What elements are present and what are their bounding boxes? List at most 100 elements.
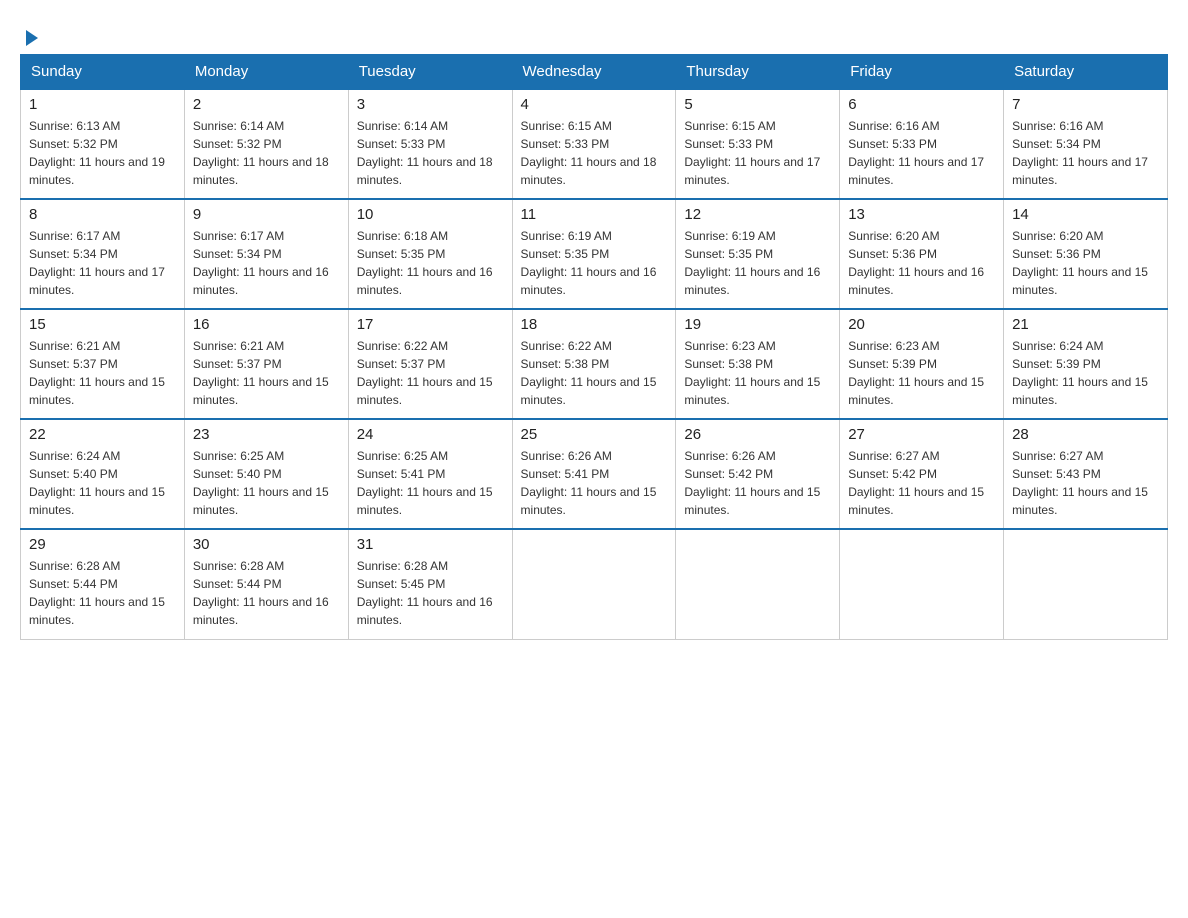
day-number: 12: [684, 206, 831, 223]
calendar-week-3: 15 Sunrise: 6:21 AM Sunset: 5:37 PM Dayl…: [21, 309, 1168, 419]
calendar-cell: 7 Sunrise: 6:16 AM Sunset: 5:34 PM Dayli…: [1004, 89, 1168, 199]
calendar-cell: 25 Sunrise: 6:26 AM Sunset: 5:41 PM Dayl…: [512, 419, 676, 529]
day-number: 14: [1012, 206, 1159, 223]
col-header-wednesday: Wednesday: [512, 55, 676, 90]
day-info: Sunrise: 6:16 AM Sunset: 5:33 PM Dayligh…: [848, 117, 995, 189]
calendar-cell: 4 Sunrise: 6:15 AM Sunset: 5:33 PM Dayli…: [512, 89, 676, 199]
day-info: Sunrise: 6:27 AM Sunset: 5:42 PM Dayligh…: [848, 447, 995, 519]
day-number: 30: [193, 536, 340, 553]
day-info: Sunrise: 6:22 AM Sunset: 5:37 PM Dayligh…: [357, 337, 504, 409]
calendar-cell: 13 Sunrise: 6:20 AM Sunset: 5:36 PM Dayl…: [840, 199, 1004, 309]
day-info: Sunrise: 6:27 AM Sunset: 5:43 PM Dayligh…: [1012, 447, 1159, 519]
calendar-cell: 18 Sunrise: 6:22 AM Sunset: 5:38 PM Dayl…: [512, 309, 676, 419]
day-info: Sunrise: 6:21 AM Sunset: 5:37 PM Dayligh…: [193, 337, 340, 409]
calendar-cell: 1 Sunrise: 6:13 AM Sunset: 5:32 PM Dayli…: [21, 89, 185, 199]
col-header-tuesday: Tuesday: [348, 55, 512, 90]
day-number: 18: [521, 316, 668, 333]
day-number: 17: [357, 316, 504, 333]
day-info: Sunrise: 6:25 AM Sunset: 5:40 PM Dayligh…: [193, 447, 340, 519]
day-number: 10: [357, 206, 504, 223]
calendar-cell: 23 Sunrise: 6:25 AM Sunset: 5:40 PM Dayl…: [184, 419, 348, 529]
col-header-saturday: Saturday: [1004, 55, 1168, 90]
calendar-header-row: SundayMondayTuesdayWednesdayThursdayFrid…: [21, 55, 1168, 90]
calendar-cell: 16 Sunrise: 6:21 AM Sunset: 5:37 PM Dayl…: [184, 309, 348, 419]
calendar-cell: 20 Sunrise: 6:23 AM Sunset: 5:39 PM Dayl…: [840, 309, 1004, 419]
day-info: Sunrise: 6:28 AM Sunset: 5:44 PM Dayligh…: [193, 557, 340, 629]
day-info: Sunrise: 6:23 AM Sunset: 5:38 PM Dayligh…: [684, 337, 831, 409]
day-info: Sunrise: 6:16 AM Sunset: 5:34 PM Dayligh…: [1012, 117, 1159, 189]
calendar-cell: 14 Sunrise: 6:20 AM Sunset: 5:36 PM Dayl…: [1004, 199, 1168, 309]
col-header-sunday: Sunday: [21, 55, 185, 90]
day-number: 6: [848, 96, 995, 113]
calendar-table: SundayMondayTuesdayWednesdayThursdayFrid…: [20, 54, 1168, 640]
calendar-cell: 24 Sunrise: 6:25 AM Sunset: 5:41 PM Dayl…: [348, 419, 512, 529]
day-number: 4: [521, 96, 668, 113]
day-info: Sunrise: 6:17 AM Sunset: 5:34 PM Dayligh…: [193, 227, 340, 299]
day-info: Sunrise: 6:22 AM Sunset: 5:38 PM Dayligh…: [521, 337, 668, 409]
day-number: 5: [684, 96, 831, 113]
calendar-cell: 15 Sunrise: 6:21 AM Sunset: 5:37 PM Dayl…: [21, 309, 185, 419]
calendar-cell: 9 Sunrise: 6:17 AM Sunset: 5:34 PM Dayli…: [184, 199, 348, 309]
day-number: 8: [29, 206, 176, 223]
day-number: 31: [357, 536, 504, 553]
day-info: Sunrise: 6:18 AM Sunset: 5:35 PM Dayligh…: [357, 227, 504, 299]
day-info: Sunrise: 6:23 AM Sunset: 5:39 PM Dayligh…: [848, 337, 995, 409]
day-number: 3: [357, 96, 504, 113]
day-number: 21: [1012, 316, 1159, 333]
calendar-cell: 11 Sunrise: 6:19 AM Sunset: 5:35 PM Dayl…: [512, 199, 676, 309]
day-number: 24: [357, 426, 504, 443]
day-number: 27: [848, 426, 995, 443]
day-info: Sunrise: 6:13 AM Sunset: 5:32 PM Dayligh…: [29, 117, 176, 189]
calendar-cell: 8 Sunrise: 6:17 AM Sunset: 5:34 PM Dayli…: [21, 199, 185, 309]
day-info: Sunrise: 6:21 AM Sunset: 5:37 PM Dayligh…: [29, 337, 176, 409]
day-number: 7: [1012, 96, 1159, 113]
day-number: 1: [29, 96, 176, 113]
day-number: 16: [193, 316, 340, 333]
day-number: 9: [193, 206, 340, 223]
col-header-monday: Monday: [184, 55, 348, 90]
calendar-cell: 22 Sunrise: 6:24 AM Sunset: 5:40 PM Dayl…: [21, 419, 185, 529]
day-info: Sunrise: 6:17 AM Sunset: 5:34 PM Dayligh…: [29, 227, 176, 299]
calendar-cell: 29 Sunrise: 6:28 AM Sunset: 5:44 PM Dayl…: [21, 529, 185, 639]
calendar-cell: 27 Sunrise: 6:27 AM Sunset: 5:42 PM Dayl…: [840, 419, 1004, 529]
day-info: Sunrise: 6:26 AM Sunset: 5:41 PM Dayligh…: [521, 447, 668, 519]
day-number: 28: [1012, 426, 1159, 443]
calendar-cell: 31 Sunrise: 6:28 AM Sunset: 5:45 PM Dayl…: [348, 529, 512, 639]
calendar-cell: 21 Sunrise: 6:24 AM Sunset: 5:39 PM Dayl…: [1004, 309, 1168, 419]
day-number: 25: [521, 426, 668, 443]
day-number: 20: [848, 316, 995, 333]
day-info: Sunrise: 6:25 AM Sunset: 5:41 PM Dayligh…: [357, 447, 504, 519]
calendar-cell: 2 Sunrise: 6:14 AM Sunset: 5:32 PM Dayli…: [184, 89, 348, 199]
calendar-cell: 30 Sunrise: 6:28 AM Sunset: 5:44 PM Dayl…: [184, 529, 348, 639]
calendar-week-1: 1 Sunrise: 6:13 AM Sunset: 5:32 PM Dayli…: [21, 89, 1168, 199]
day-info: Sunrise: 6:15 AM Sunset: 5:33 PM Dayligh…: [521, 117, 668, 189]
logo-arrow-icon: [20, 20, 44, 52]
day-number: 2: [193, 96, 340, 113]
calendar-week-4: 22 Sunrise: 6:24 AM Sunset: 5:40 PM Dayl…: [21, 419, 1168, 529]
day-info: Sunrise: 6:28 AM Sunset: 5:44 PM Dayligh…: [29, 557, 176, 629]
day-info: Sunrise: 6:26 AM Sunset: 5:42 PM Dayligh…: [684, 447, 831, 519]
calendar-cell: [512, 529, 676, 639]
day-info: Sunrise: 6:28 AM Sunset: 5:45 PM Dayligh…: [357, 557, 504, 629]
day-info: Sunrise: 6:15 AM Sunset: 5:33 PM Dayligh…: [684, 117, 831, 189]
calendar-cell: 19 Sunrise: 6:23 AM Sunset: 5:38 PM Dayl…: [676, 309, 840, 419]
day-info: Sunrise: 6:14 AM Sunset: 5:33 PM Dayligh…: [357, 117, 504, 189]
col-header-friday: Friday: [840, 55, 1004, 90]
day-number: 13: [848, 206, 995, 223]
page-header: [20, 20, 1168, 44]
calendar-cell: 17 Sunrise: 6:22 AM Sunset: 5:37 PM Dayl…: [348, 309, 512, 419]
col-header-thursday: Thursday: [676, 55, 840, 90]
day-info: Sunrise: 6:19 AM Sunset: 5:35 PM Dayligh…: [684, 227, 831, 299]
calendar-cell: 28 Sunrise: 6:27 AM Sunset: 5:43 PM Dayl…: [1004, 419, 1168, 529]
day-info: Sunrise: 6:24 AM Sunset: 5:40 PM Dayligh…: [29, 447, 176, 519]
calendar-cell: 10 Sunrise: 6:18 AM Sunset: 5:35 PM Dayl…: [348, 199, 512, 309]
calendar-week-2: 8 Sunrise: 6:17 AM Sunset: 5:34 PM Dayli…: [21, 199, 1168, 309]
calendar-cell: [1004, 529, 1168, 639]
day-number: 22: [29, 426, 176, 443]
calendar-cell: 6 Sunrise: 6:16 AM Sunset: 5:33 PM Dayli…: [840, 89, 1004, 199]
day-info: Sunrise: 6:24 AM Sunset: 5:39 PM Dayligh…: [1012, 337, 1159, 409]
day-number: 23: [193, 426, 340, 443]
day-number: 26: [684, 426, 831, 443]
day-info: Sunrise: 6:20 AM Sunset: 5:36 PM Dayligh…: [1012, 227, 1159, 299]
calendar-week-5: 29 Sunrise: 6:28 AM Sunset: 5:44 PM Dayl…: [21, 529, 1168, 639]
